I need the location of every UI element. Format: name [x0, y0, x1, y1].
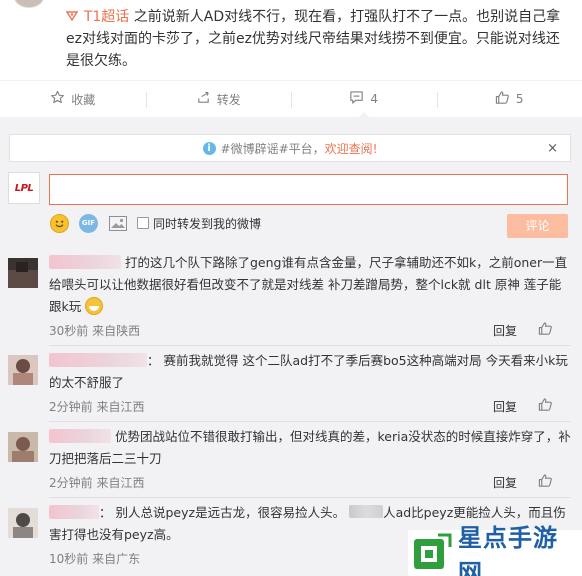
comment-time: 2分钟前 — [49, 400, 93, 414]
commenter-name-blurred[interactable] — [49, 429, 111, 443]
thumbs-up-icon — [538, 321, 553, 339]
watermark-logo-icon — [412, 533, 452, 573]
comment-icon — [349, 90, 370, 108]
comment-location: 来自陕西 — [92, 324, 141, 338]
comment-divider — [49, 497, 571, 498]
comment-body: 打的这几个队下路除了geng谁有点含金量，尺子拿辅助还不如k，之前oner一直给… — [49, 255, 568, 314]
comment-meta: 2分钟前 来自江西 — [49, 398, 144, 415]
commenter-avatar[interactable] — [8, 508, 38, 538]
reply-button[interactable]: 回复 — [493, 474, 517, 491]
comment-like-button[interactable] — [538, 321, 553, 339]
comment-text: ： 赛前我就觉得 这个二队ad打不了季后赛bo5这种高端对局 今天看来小k玩的太… — [49, 350, 571, 394]
post-author-avatar[interactable] — [14, 0, 44, 8]
post-body: 之前说新人AD对线不行，现在看，打强队打不了一点。也别说自己拿ez对线对面的卡莎… — [66, 9, 561, 69]
reply-button[interactable]: 回复 — [493, 398, 517, 415]
notice-link[interactable]: 欢迎查阅! — [325, 140, 378, 157]
comment-time: 2分钟前 — [49, 476, 93, 490]
comment-like-button[interactable] — [538, 397, 553, 415]
image-icon[interactable] — [108, 214, 127, 233]
site-watermark: 星点手游网 — [408, 523, 582, 576]
super-topic-icon — [65, 10, 82, 24]
thumbs-up-icon — [538, 397, 553, 415]
comment-time: 10秒前 — [49, 552, 89, 566]
comment-text: 优势团战站位不错很敢打输出，但对线真的差，keria没状态的时候直接炸穿了，补刀… — [49, 426, 571, 470]
laughing-emoji-icon — [85, 297, 104, 315]
favorite-label: 收藏 — [71, 92, 96, 107]
comment-location: 来自江西 — [96, 476, 145, 490]
comment-colon: ： — [99, 505, 112, 520]
super-topic-link[interactable]: T1超话 — [84, 9, 129, 25]
star-icon — [50, 90, 71, 108]
comment-count: 4 — [370, 92, 379, 106]
comment-input[interactable] — [49, 174, 568, 205]
comment-meta: 30秒前 来自陕西 — [49, 322, 140, 339]
comment-location: 来自江西 — [96, 400, 145, 414]
thumbs-up-icon — [495, 90, 516, 108]
comment-button[interactable]: 4 — [291, 81, 437, 118]
repost-label: 转发 — [216, 92, 241, 107]
thumbs-up-icon — [538, 473, 553, 491]
like-button[interactable]: 5 — [436, 81, 582, 117]
comment-meta: 10秒前 来自广东 — [49, 550, 140, 567]
gif-icon[interactable]: GIF — [79, 213, 98, 233]
comment-meta: 2分钟前 来自江西 — [49, 474, 144, 491]
submit-comment-button[interactable]: 评论 — [507, 214, 568, 238]
like-count: 5 — [515, 92, 524, 106]
comment-time: 30秒前 — [49, 324, 89, 338]
close-icon[interactable]: × — [547, 141, 558, 156]
commenter-avatar[interactable] — [8, 432, 38, 462]
commenter-name-blurred[interactable] — [49, 505, 99, 519]
comment-colon: ： — [147, 353, 160, 368]
rumor-notice-banner: i #微博辟谣#平台， 欢迎查阅! × — [9, 134, 571, 162]
repost-icon — [196, 90, 217, 108]
info-icon: i — [202, 141, 216, 155]
commenter-name-blurred[interactable] — [49, 255, 121, 269]
comment-body: 优势团战站位不错很敢打输出，但对线真的差，keria没状态的时候直接炸穿了，补刀… — [49, 429, 571, 466]
commenter-avatar[interactable] — [8, 258, 38, 288]
composer-toolbar: GIF 同时转发到我的微博 — [50, 212, 261, 234]
blurred-text — [349, 505, 384, 518]
comment-body: 别人总说peyz是远古龙，很容易捡人头。 — [115, 505, 346, 520]
reply-button[interactable]: 回复 — [493, 322, 517, 339]
commenter-name-blurred[interactable] — [49, 353, 147, 367]
current-user-avatar[interactable]: LPL — [8, 172, 40, 204]
sync-repost-label: 同时转发到我的微博 — [153, 216, 262, 231]
notice-text[interactable]: #微博辟谣#平台， — [221, 140, 325, 157]
post-action-bar: 收藏 转发 4 5 — [0, 80, 582, 118]
watermark-text: 星点手游网 — [458, 523, 558, 576]
commenter-avatar[interactable] — [8, 355, 38, 385]
sync-repost-checkbox[interactable] — [137, 217, 149, 229]
repost-button[interactable]: 转发 — [145, 81, 292, 117]
comment-divider — [49, 421, 571, 422]
lpl-logo: LPL — [14, 182, 34, 194]
comment-divider — [49, 345, 571, 346]
post-text: T1超话 之前说新人AD对线不行，现在看，打强队打不了一点。也别说自己拿ez对线… — [65, 6, 572, 72]
comment-location: 来自广东 — [92, 552, 141, 566]
comment-text: 打的这几个队下路除了geng谁有点含金量，尺子拿辅助还不如k，之前oner一直给… — [49, 252, 571, 318]
emoji-icon[interactable] — [50, 213, 69, 233]
comment-like-button[interactable] — [538, 473, 553, 491]
favorite-button[interactable]: 收藏 — [0, 81, 146, 117]
